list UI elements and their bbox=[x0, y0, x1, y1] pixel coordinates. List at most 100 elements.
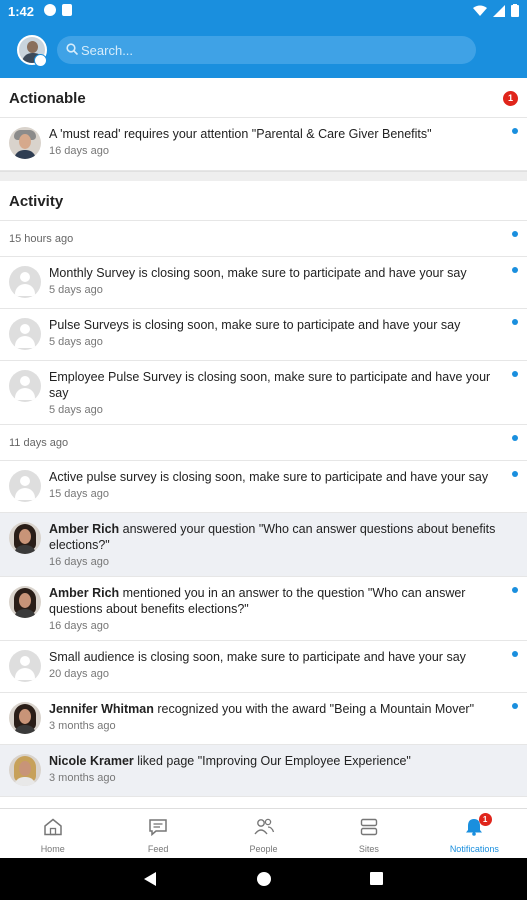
notification-text: Jennifer Whitman recognized you with the… bbox=[49, 701, 501, 717]
notification-item[interactable]: Employee Pulse Survey is closing soon, m… bbox=[0, 361, 527, 425]
tab-feed[interactable]: Feed bbox=[105, 809, 210, 858]
signal-icon bbox=[493, 4, 505, 17]
section-divider bbox=[0, 171, 527, 181]
generic-user-icon bbox=[9, 470, 41, 502]
actionable-title: Actionable bbox=[9, 90, 86, 107]
generic-user-icon bbox=[9, 370, 41, 402]
status-notification-icons bbox=[44, 4, 72, 16]
user-avatar bbox=[9, 522, 41, 554]
notifications-count-badge: 1 bbox=[478, 813, 492, 826]
notification-time: 5 days ago bbox=[49, 284, 103, 296]
notification-text: Active pulse survey is closing soon, mak… bbox=[49, 470, 489, 484]
notification-item[interactable]: Nicole Kramer liked page "Improving Our … bbox=[0, 745, 527, 797]
notification-text: Amber Rich answered your question "Who c… bbox=[49, 521, 501, 553]
notification-message: liked page "Improving Our Employee Exper… bbox=[133, 754, 411, 768]
notification-text: Nicole Kramer liked page "Improving Our … bbox=[49, 753, 501, 769]
generic-user-icon bbox=[9, 266, 41, 298]
time-group-text: 11 days ago bbox=[9, 437, 69, 449]
home-icon bbox=[43, 818, 62, 836]
tab-people[interactable]: People bbox=[211, 809, 316, 858]
notification-time: 20 days ago bbox=[49, 668, 109, 680]
notification-time: 16 days ago bbox=[49, 145, 109, 157]
time-group-text: 15 hours ago bbox=[9, 233, 74, 245]
notification-time: 5 days ago bbox=[49, 404, 103, 416]
unread-dot-icon bbox=[512, 435, 518, 441]
generic-user-icon bbox=[9, 318, 41, 350]
actionable-section-header: Actionable 1 bbox=[0, 78, 527, 118]
time-group-label: 11 days ago bbox=[0, 425, 527, 461]
notification-time: 3 months ago bbox=[49, 772, 116, 784]
app-notification-icon bbox=[44, 4, 56, 16]
notification-actor: Jennifer Whitman bbox=[49, 702, 154, 716]
unread-dot-icon bbox=[512, 651, 518, 657]
tab-notifications[interactable]: 1 Notifications bbox=[422, 809, 527, 858]
tab-label: Home bbox=[40, 844, 65, 854]
user-avatar bbox=[9, 127, 41, 159]
storage-notification-icon bbox=[62, 4, 72, 16]
tab-label: Notifications bbox=[449, 844, 499, 854]
unread-dot-icon bbox=[512, 128, 518, 134]
user-avatar bbox=[9, 754, 41, 786]
search-bar[interactable] bbox=[57, 36, 476, 64]
home-button-icon[interactable] bbox=[257, 872, 271, 886]
notification-item[interactable]: Monthly Survey is closing soon, make sur… bbox=[0, 257, 527, 309]
generic-user-icon bbox=[9, 650, 41, 682]
status-bar: 1:42 bbox=[0, 0, 527, 24]
people-icon bbox=[253, 818, 274, 835]
notification-actor: Amber Rich bbox=[49, 522, 120, 536]
notification-actor: Nicole Kramer bbox=[49, 754, 134, 768]
activity-title: Activity bbox=[9, 193, 64, 210]
search-icon bbox=[66, 43, 78, 55]
notification-item[interactable]: Jennifer Whitman recognized you with the… bbox=[0, 693, 527, 745]
battery-icon bbox=[511, 4, 519, 17]
unread-dot-icon bbox=[512, 471, 518, 477]
notification-text: A 'must read' requires your attention "P… bbox=[49, 127, 432, 141]
status-time: 1:42 bbox=[8, 4, 35, 19]
notification-text: Amber Rich mentioned you in an answer to… bbox=[49, 585, 501, 617]
notification-text: Pulse Surveys is closing soon, make sure… bbox=[49, 318, 461, 332]
actionable-count-badge: 1 bbox=[503, 91, 518, 106]
notification-text: Monthly Survey is closing soon, make sur… bbox=[49, 266, 467, 280]
tab-label: People bbox=[249, 844, 278, 854]
notification-item[interactable]: Amber Rich mentioned you in an answer to… bbox=[0, 577, 527, 641]
notifications-list[interactable]: Actionable 1 A 'must read' requires your… bbox=[0, 78, 527, 808]
unread-dot-icon bbox=[512, 267, 518, 273]
notification-item[interactable]: Pulse Surveys is closing soon, make sure… bbox=[0, 309, 527, 361]
notification-text: Small audience is closing soon, make sur… bbox=[49, 650, 466, 664]
sites-icon bbox=[360, 818, 378, 836]
recents-icon[interactable] bbox=[370, 872, 383, 885]
notification-time: 16 days ago bbox=[49, 556, 109, 568]
unread-dot-icon bbox=[512, 587, 518, 593]
app-bar bbox=[0, 24, 527, 78]
time-group-label: 15 hours ago bbox=[0, 221, 527, 257]
notification-item[interactable]: Amber Rich answered your question "Who c… bbox=[0, 513, 527, 577]
notification-time: 15 days ago bbox=[49, 488, 109, 500]
unread-dot-icon bbox=[512, 231, 518, 237]
bottom-tab-bar: Home Feed People Sites 1 Notifications bbox=[0, 808, 527, 858]
profile-menu-badge-icon bbox=[34, 54, 47, 67]
search-input[interactable] bbox=[81, 36, 461, 64]
notification-item[interactable]: Active pulse survey is closing soon, mak… bbox=[0, 461, 527, 513]
notification-text: Employee Pulse Survey is closing soon, m… bbox=[49, 370, 491, 400]
notification-item[interactable]: A 'must read' requires your attention "P… bbox=[0, 118, 527, 171]
notification-time: 16 days ago bbox=[49, 620, 109, 632]
notification-actor: Amber Rich bbox=[49, 586, 120, 600]
user-avatar bbox=[9, 586, 41, 618]
tab-label: Feed bbox=[147, 844, 169, 854]
activity-section-header: Activity bbox=[0, 181, 527, 221]
unread-dot-icon bbox=[512, 371, 518, 377]
notification-time: 5 days ago bbox=[49, 336, 103, 348]
status-system-icons bbox=[473, 4, 519, 17]
notification-time: 3 months ago bbox=[49, 720, 116, 732]
tab-label: Sites bbox=[358, 844, 379, 854]
back-icon[interactable] bbox=[144, 872, 156, 886]
tab-sites[interactable]: Sites bbox=[316, 809, 421, 858]
wifi-icon bbox=[473, 5, 487, 16]
notification-item[interactable]: Small audience is closing soon, make sur… bbox=[0, 641, 527, 693]
unread-dot-icon bbox=[512, 319, 518, 325]
user-avatar bbox=[9, 702, 41, 734]
unread-dot-icon bbox=[512, 703, 518, 709]
notification-message: recognized you with the award "Being a M… bbox=[153, 702, 475, 716]
system-nav-bar bbox=[0, 858, 527, 900]
tab-home[interactable]: Home bbox=[0, 809, 105, 858]
